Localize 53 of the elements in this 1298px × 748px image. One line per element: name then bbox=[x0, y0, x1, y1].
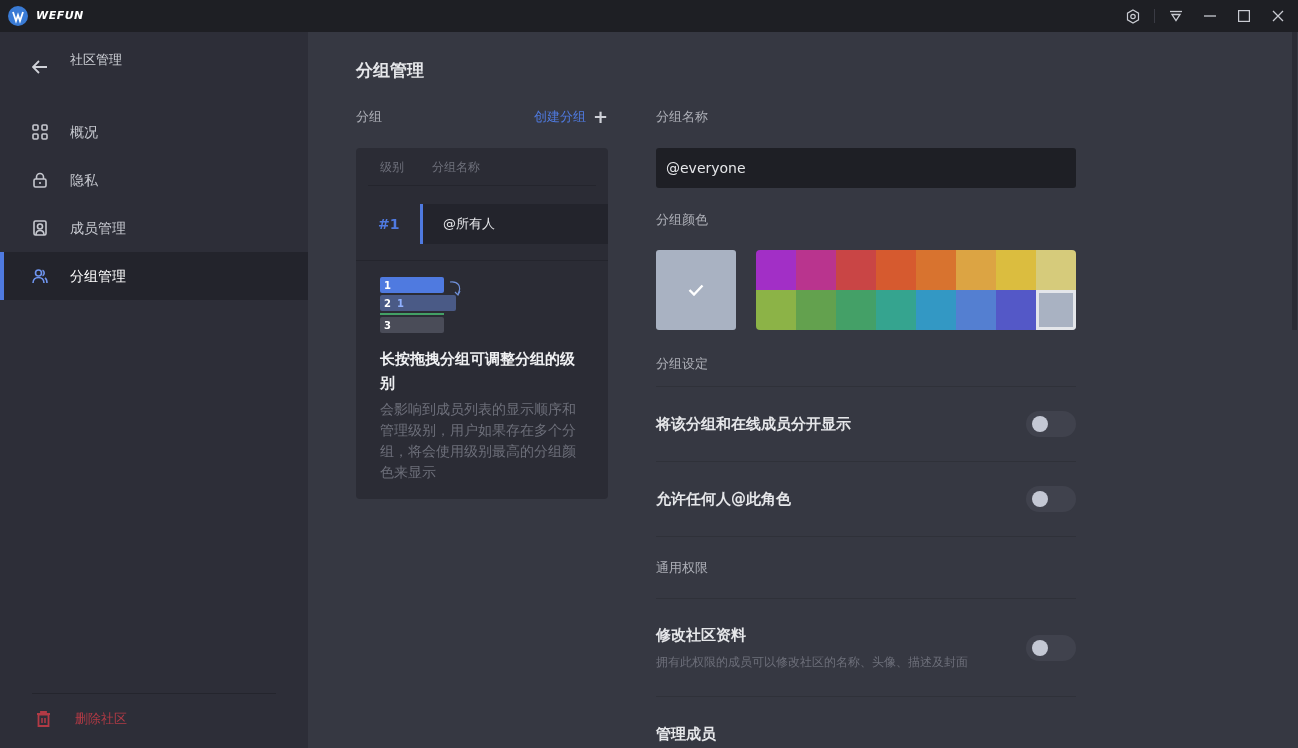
section-label: 分组 bbox=[356, 108, 382, 127]
group-row[interactable]: @所有人 bbox=[420, 204, 608, 244]
color-swatch[interactable] bbox=[956, 250, 996, 290]
hint-text: 会影响到成员列表的显示顺序和管理级别，用户如果存在多个分组，将会使用级别最高的分组颜色来显示 bbox=[380, 400, 577, 482]
setting-label: 将该分组和在线成员分开显示 bbox=[656, 413, 851, 435]
color-swatch[interactable] bbox=[996, 250, 1036, 290]
permission-label: 管理成员 bbox=[656, 724, 716, 745]
sidebar-item[interactable]: 概况 bbox=[0, 108, 308, 156]
color-swatch[interactable] bbox=[876, 250, 916, 290]
color-swatch[interactable] bbox=[836, 290, 876, 330]
portrait-icon bbox=[32, 220, 48, 236]
color-swatch[interactable] bbox=[1036, 290, 1076, 330]
group-rank: #1 bbox=[377, 214, 401, 234]
check-icon bbox=[688, 284, 704, 296]
group-name-field[interactable]: @everyone bbox=[656, 148, 1076, 188]
grid-icon bbox=[32, 124, 48, 140]
color-swatch[interactable] bbox=[996, 290, 1036, 330]
color-swatch[interactable] bbox=[796, 250, 836, 290]
color-swatch[interactable] bbox=[756, 290, 796, 330]
app-logo: WEFUN bbox=[36, 7, 84, 24]
color-swatch[interactable] bbox=[796, 290, 836, 330]
field-label: 分组颜色 bbox=[656, 211, 709, 229]
color-swatch[interactable] bbox=[1036, 250, 1076, 290]
color-swatch[interactable] bbox=[836, 250, 876, 290]
color-swatch[interactable] bbox=[956, 290, 996, 330]
back-arrow-icon[interactable] bbox=[32, 60, 48, 74]
trash-icon[interactable] bbox=[36, 711, 51, 727]
color-swatch[interactable] bbox=[916, 250, 956, 290]
column-header: 级别 bbox=[379, 158, 405, 176]
create-group-link[interactable]: 创建分组 + bbox=[533, 107, 608, 127]
sidebar-item[interactable]: 分组管理 bbox=[0, 252, 308, 300]
toggle-switch[interactable] bbox=[1026, 486, 1076, 512]
color-swatch[interactable] bbox=[916, 290, 956, 330]
permission-label: 修改社区资料 bbox=[656, 625, 747, 647]
column-header: 分组名称 bbox=[432, 158, 480, 176]
field-label: 分组名称 bbox=[656, 108, 709, 126]
setting-label: 允许任何人@此角色 bbox=[656, 488, 791, 510]
color-swatch[interactable] bbox=[876, 290, 916, 330]
section-label: 通用权限 bbox=[656, 558, 708, 577]
toggle-switch[interactable] bbox=[1026, 634, 1076, 661]
people-icon bbox=[32, 268, 48, 284]
toggle-switch[interactable] bbox=[1026, 411, 1076, 437]
sidebar-title: 社区管理 bbox=[70, 51, 122, 70]
lock-icon bbox=[32, 172, 48, 188]
app-logo-icon bbox=[7, 5, 29, 27]
sidebar-item[interactable]: 隐私 bbox=[0, 156, 308, 204]
color-swatch[interactable] bbox=[756, 250, 796, 290]
section-label: 分组设定 bbox=[656, 355, 709, 373]
page-title: 分组管理 bbox=[356, 59, 425, 82]
hint-title: 长按拖拽分组可调整分组的级别 bbox=[380, 349, 576, 394]
reorder-diagram: 1 2 1 3 bbox=[380, 277, 470, 333]
scrollbar[interactable] bbox=[1292, 32, 1297, 330]
sidebar-item[interactable]: 成员管理 bbox=[0, 204, 308, 252]
